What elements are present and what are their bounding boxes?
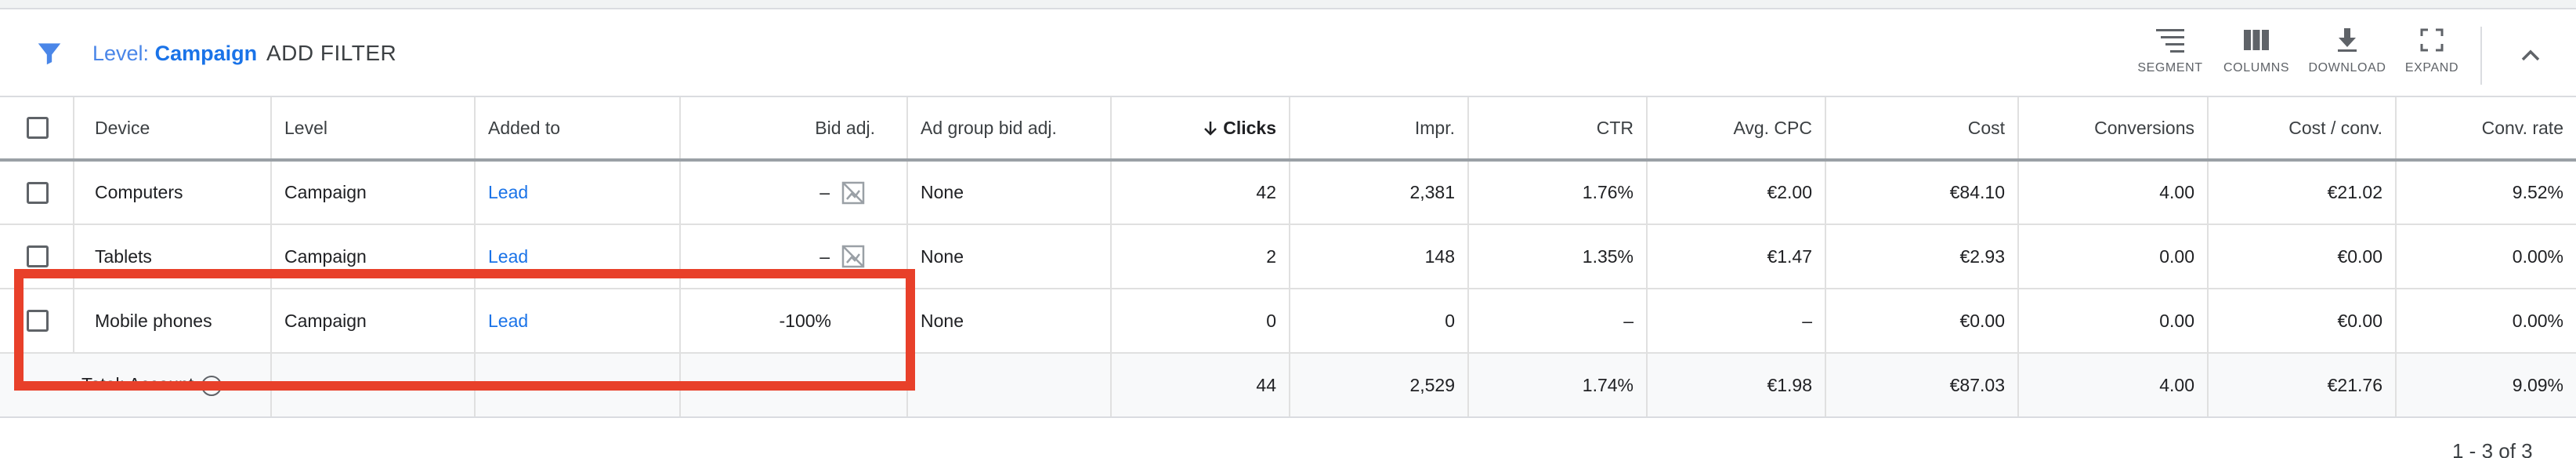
total-cost-cell: €87.03 bbox=[1825, 353, 2019, 418]
conversions-cell: 0.00 bbox=[2018, 289, 2209, 354]
level-cell: Campaign bbox=[271, 160, 476, 225]
clicks-cell: 2 bbox=[1111, 224, 1290, 289]
level-filter-chip[interactable]: Level: Campaign bbox=[92, 38, 257, 69]
total-ctr-cell: 1.74% bbox=[1468, 353, 1648, 418]
cost-per-conv-cell: €21.02 bbox=[2208, 160, 2397, 225]
cost-cell: €84.10 bbox=[1825, 160, 2019, 225]
col-device[interactable]: Device bbox=[74, 97, 272, 162]
row-checkbox[interactable] bbox=[27, 245, 49, 268]
col-avg-cpc[interactable]: Avg. CPC bbox=[1647, 97, 1826, 162]
columns-icon bbox=[2244, 30, 2269, 50]
expand-button[interactable]: EXPAND bbox=[2402, 27, 2462, 91]
impr-cell: 2,381 bbox=[1290, 160, 1469, 225]
level-label: Level: bbox=[92, 42, 150, 65]
total-avg-cpc-cell: €1.98 bbox=[1647, 353, 1826, 418]
filter-bar: Level: Campaign ADD FILTER SEGMENT COLUM… bbox=[0, 9, 2576, 97]
avg-cpc-cell: – bbox=[1647, 289, 1826, 354]
toolbar-divider bbox=[2480, 27, 2482, 85]
col-ctr[interactable]: CTR bbox=[1468, 97, 1648, 162]
col-conv-rate[interactable]: Conv. rate bbox=[2396, 97, 2576, 162]
download-label: DOWNLOAD bbox=[2308, 61, 2386, 75]
col-clicks-label: Clicks bbox=[1223, 117, 1276, 138]
download-icon bbox=[2338, 28, 2357, 52]
conversions-cell: 0.00 bbox=[2018, 224, 2209, 289]
add-filter-button[interactable]: ADD FILTER bbox=[266, 38, 396, 69]
select-all-cell bbox=[0, 97, 74, 162]
col-cost-per-conv[interactable]: Cost / conv. bbox=[2208, 97, 2397, 162]
top-strip bbox=[0, 0, 2576, 9]
ctr-cell: 1.35% bbox=[1468, 224, 1648, 289]
cost-cell: €0.00 bbox=[1825, 289, 2019, 354]
ctr-cell: – bbox=[1468, 289, 1648, 354]
ag-bid-adj-cell: None bbox=[907, 224, 1112, 289]
total-impr-cell: 2,529 bbox=[1290, 353, 1469, 418]
impr-cell: 148 bbox=[1290, 224, 1469, 289]
ag-bid-adj-cell: None bbox=[907, 160, 1112, 225]
col-impr[interactable]: Impr. bbox=[1290, 97, 1469, 162]
avg-cpc-cell: €2.00 bbox=[1647, 160, 1826, 225]
chevron-up-icon[interactable] bbox=[2513, 41, 2548, 69]
cost-cell: €2.93 bbox=[1825, 224, 2019, 289]
col-added-to[interactable]: Added to bbox=[475, 97, 681, 162]
total-conv-rate-cell: 9.09% bbox=[2396, 353, 2576, 418]
conv-rate-cell: 0.00% bbox=[2396, 224, 2576, 289]
conversions-cell: 4.00 bbox=[2018, 160, 2209, 225]
col-ad-group-bid-adj[interactable]: Ad group bid adj. bbox=[907, 97, 1112, 162]
bid-adj-value: – bbox=[819, 245, 830, 267]
row-checkbox[interactable] bbox=[27, 181, 49, 204]
columns-label: COLUMNS bbox=[2223, 61, 2290, 75]
download-button[interactable]: DOWNLOAD bbox=[2308, 27, 2386, 91]
select-all-checkbox[interactable] bbox=[27, 117, 49, 140]
edit-disabled-icon bbox=[841, 181, 865, 204]
arrow-down-icon bbox=[1204, 122, 1217, 136]
segment-button[interactable]: SEGMENT bbox=[2137, 27, 2203, 91]
table-header-row: Device Level Added to Bid adj. Ad group … bbox=[0, 97, 2576, 162]
row-checkbox-cell bbox=[0, 160, 74, 225]
expand-label: EXPAND bbox=[2404, 61, 2459, 75]
col-bid-adj[interactable]: Bid adj. bbox=[680, 97, 908, 162]
expand-icon bbox=[2420, 28, 2444, 52]
total-conversions-cell: 4.00 bbox=[2018, 353, 2209, 418]
conv-rate-cell: 9.52% bbox=[2396, 160, 2576, 225]
conv-rate-cell: 0.00% bbox=[2396, 289, 2576, 354]
bid-adj-cell[interactable]: – bbox=[680, 160, 908, 225]
col-clicks[interactable]: Clicks bbox=[1111, 97, 1290, 162]
filter-icon[interactable] bbox=[34, 38, 64, 69]
impr-cell: 0 bbox=[1290, 289, 1469, 354]
edit-disabled-icon bbox=[841, 245, 865, 268]
highlight-box bbox=[14, 269, 915, 391]
segment-label: SEGMENT bbox=[2137, 61, 2203, 75]
campaign-link[interactable]: Lead bbox=[488, 246, 528, 267]
total-cost-per-conv-cell: €21.76 bbox=[2208, 353, 2397, 418]
total-clicks-cell: 44 bbox=[1111, 353, 1290, 418]
cost-per-conv-cell: €0.00 bbox=[2208, 289, 2397, 354]
clicks-cell: 0 bbox=[1111, 289, 1290, 354]
table-row: Computers Campaign Lead – None 42 2,381 … bbox=[0, 160, 2576, 225]
level-value: Campaign bbox=[154, 42, 258, 65]
col-cost[interactable]: Cost bbox=[1825, 97, 2019, 162]
columns-button[interactable]: COLUMNS bbox=[2223, 27, 2289, 91]
device-cell: Computers bbox=[74, 160, 272, 225]
col-conversions[interactable]: Conversions bbox=[2018, 97, 2209, 162]
segment-icon bbox=[2156, 29, 2184, 53]
ctr-cell: 1.76% bbox=[1468, 160, 1648, 225]
col-level[interactable]: Level bbox=[271, 97, 476, 162]
clicks-cell: 42 bbox=[1111, 160, 1290, 225]
ag-bid-adj-cell: None bbox=[907, 289, 1112, 354]
bid-adj-value: – bbox=[819, 182, 830, 202]
added-to-cell: Lead bbox=[475, 160, 681, 225]
campaign-link[interactable]: Lead bbox=[488, 182, 528, 202]
pagination-text: 1 - 3 of 3 bbox=[2452, 439, 2533, 458]
avg-cpc-cell: €1.47 bbox=[1647, 224, 1826, 289]
cost-per-conv-cell: €0.00 bbox=[2208, 224, 2397, 289]
empty-cell bbox=[907, 353, 1112, 418]
